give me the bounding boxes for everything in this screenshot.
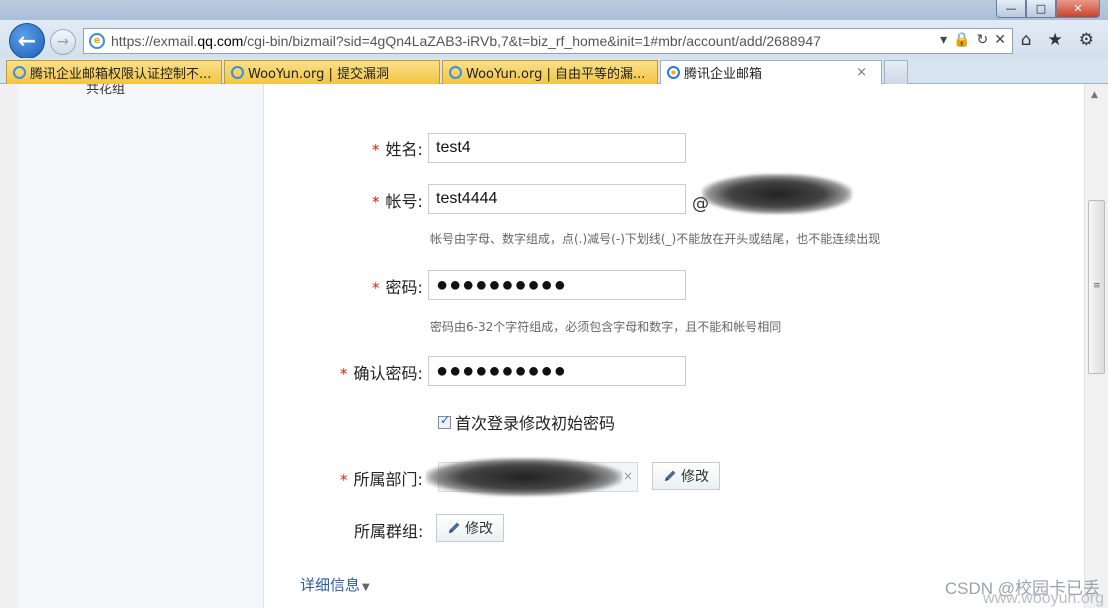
redacted-domain xyxy=(702,174,852,214)
forward-button[interactable]: → xyxy=(50,29,76,55)
refresh-icon[interactable]: ↻ xyxy=(977,32,989,48)
ie-icon xyxy=(231,66,244,79)
pencil-icon xyxy=(665,470,676,481)
maximize-button[interactable]: □ xyxy=(1026,0,1056,18)
first-login-option[interactable]: 首次登录修改初始密码 xyxy=(438,410,615,434)
confirm-password-input[interactable]: ●●●●●●●●●● xyxy=(428,356,686,386)
password-label: * 密码: xyxy=(372,278,423,297)
arrow-left-icon: ← xyxy=(17,28,37,54)
url-text[interactable]: https://exmail.qq.com/cgi-bin/bizmail?si… xyxy=(111,33,821,49)
first-login-checkbox[interactable] xyxy=(438,413,451,429)
tab-wooyun-submit[interactable]: WooYun.org | 提交漏洞 xyxy=(224,60,440,84)
caret-down-icon: ▼ xyxy=(362,582,370,593)
tab-bar: 腾讯企业邮箱权限认证控制不... WooYun.org | 提交漏洞 WooYu… xyxy=(0,58,1108,84)
sidebar: 共花组 xyxy=(18,84,264,608)
arrow-right-icon: → xyxy=(57,34,69,50)
tab-close-icon[interactable]: × xyxy=(856,65,867,80)
account-hint: 帐号由字母、数字组成，点(.)减号(-)下划线(_)不能放在开头或结尾，也不能连… xyxy=(430,232,881,246)
window-titlebar: — □ ✕ xyxy=(0,0,1108,22)
group-label: 所属群组: xyxy=(354,522,424,541)
minimize-button[interactable]: — xyxy=(996,0,1026,18)
ie-icon xyxy=(13,66,26,79)
account-label: * 帐号: xyxy=(372,192,423,211)
address-tools: ▾ 🔒 ↻ ✕ xyxy=(940,32,1006,48)
clear-icon[interactable]: × xyxy=(623,469,633,483)
settings-gear-icon[interactable]: ⚙ xyxy=(1079,30,1094,50)
sidebar-item-fragment[interactable]: 共花组 xyxy=(86,84,125,97)
account-input[interactable]: test4444 xyxy=(428,184,686,214)
tab-wooyun-home[interactable]: WooYun.org | 自由平等的漏... xyxy=(442,60,658,84)
name-input[interactable]: test4 xyxy=(428,133,686,163)
stop-icon[interactable]: ✕ xyxy=(994,32,1006,48)
pencil-icon xyxy=(449,522,460,533)
new-tab-button[interactable] xyxy=(884,60,908,84)
name-label: * 姓名: xyxy=(372,140,423,159)
department-label: * 所属部门: xyxy=(340,470,423,489)
password-input[interactable]: ●●●●●●●●●● xyxy=(428,270,686,300)
home-icon[interactable]: ⌂ xyxy=(1021,30,1032,50)
back-button[interactable]: ← xyxy=(9,23,45,59)
favorites-star-icon[interactable]: ★ xyxy=(1048,30,1063,50)
address-bar[interactable]: e https://exmail.qq.com/cgi-bin/bizmail?… xyxy=(83,28,1013,54)
group-modify-button[interactable]: 修改 xyxy=(436,514,504,542)
window-controls: — □ ✕ xyxy=(996,0,1100,18)
password-hint: 密码由6-32个字符组成，必须包含字母和数字，且不能和帐号相同 xyxy=(430,320,782,334)
page-content: 共花组 * 姓名: test4 * 帐号: test4444 @ 帐号由字母、数字组… xyxy=(18,84,1108,608)
tab-permission-report[interactable]: 腾讯企业邮箱权限认证控制不... xyxy=(6,60,222,84)
scrollbar-thumb[interactable]: ≡ xyxy=(1088,200,1105,374)
ie-icon xyxy=(449,66,462,79)
browser-toolbar-right: ⌂ ★ ⚙ xyxy=(1021,30,1094,50)
department-modify-button[interactable]: 修改 xyxy=(652,462,720,490)
redacted-department xyxy=(426,458,622,496)
wooyun-watermark: www.wooyun.org xyxy=(983,590,1104,607)
first-login-label: 首次登录修改初始密码 xyxy=(455,414,616,433)
details-toggle[interactable]: 详细信息 ▼ xyxy=(300,574,370,595)
site-favicon-icon: e xyxy=(89,33,105,49)
lock-icon[interactable]: 🔒 xyxy=(953,32,970,48)
ie-icon xyxy=(667,66,680,79)
tab-exmail[interactable]: 腾讯企业邮箱 × xyxy=(660,60,882,84)
scroll-up-icon[interactable]: ▲ xyxy=(1091,90,1098,100)
close-window-button[interactable]: ✕ xyxy=(1056,0,1100,18)
browser-navbar: ← → e https://exmail.qq.com/cgi-bin/bizm… xyxy=(0,20,1108,60)
confirm-password-label: * 确认密码: xyxy=(340,364,423,383)
vertical-scrollbar[interactable]: ▲ ≡ xyxy=(1084,84,1108,608)
grip-icon: ≡ xyxy=(1093,281,1101,291)
dropdown-icon[interactable]: ▾ xyxy=(940,32,947,48)
